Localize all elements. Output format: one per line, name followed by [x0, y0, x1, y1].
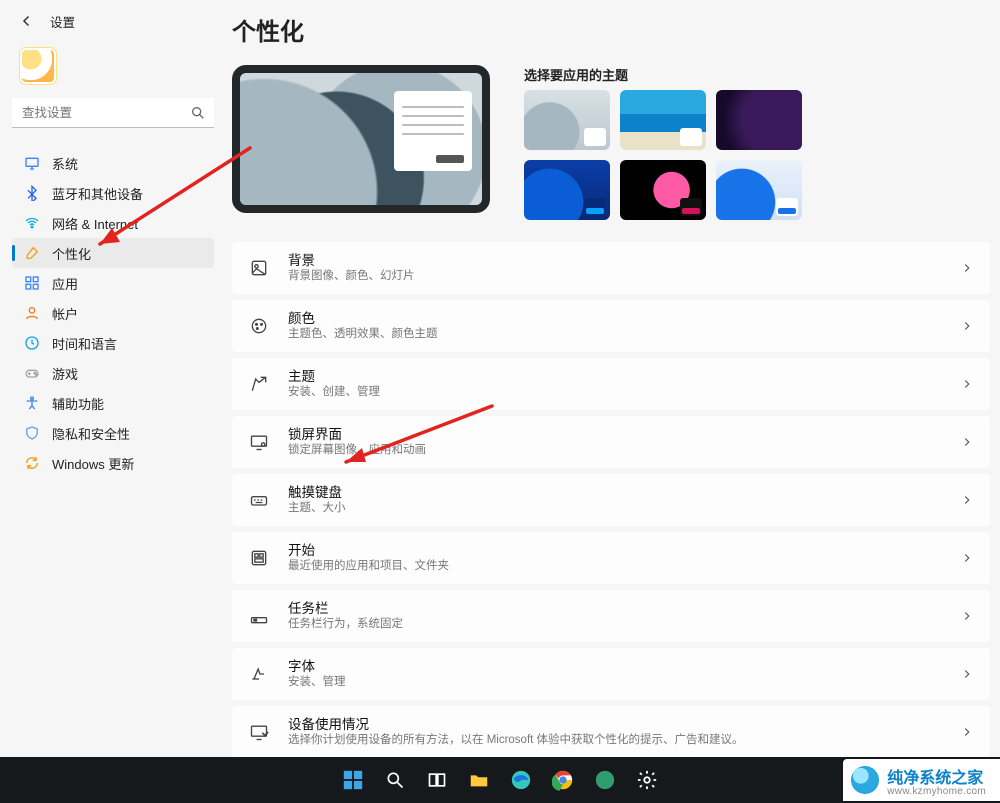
watermark-brand: 纯净系统之家 www.kzmyhome.com: [843, 759, 1000, 801]
sidebar-item-label: 帐户: [52, 304, 78, 323]
sidebar-item-label: 系统: [52, 154, 78, 173]
settings-card-8[interactable]: 设备使用情况 选择你计划使用设备的所有方法，以在 Microsoft 体验中获取…: [232, 706, 990, 758]
page-title: 个性化: [232, 12, 990, 47]
monitor-icon: [24, 155, 40, 171]
sidebar-item-label: 游戏: [52, 364, 78, 383]
chevron-right-icon: [960, 609, 974, 623]
settings-card-6[interactable]: 任务栏 任务栏行为，系统固定: [232, 590, 990, 642]
sidebar-item-label: Windows 更新: [52, 454, 134, 473]
sidebar-item-7[interactable]: 游戏: [12, 358, 214, 388]
card-title: 主题: [288, 368, 960, 386]
card-subtitle: 选择你计划使用设备的所有方法，以在 Microsoft 体验中获取个性化的提示、…: [288, 733, 960, 748]
person-icon: [24, 305, 40, 321]
sidebar-item-label: 时间和语言: [52, 334, 117, 353]
taskview-icon[interactable]: [425, 768, 449, 792]
theme-option[interactable]: [524, 90, 610, 150]
desktop-preview: [232, 65, 490, 213]
wifi-icon: [24, 215, 40, 231]
card-icon: [248, 373, 270, 395]
theme-option[interactable]: [620, 90, 706, 150]
settings-card-1[interactable]: 颜色 主题色、透明效果、颜色主题: [232, 300, 990, 352]
explorer-icon[interactable]: [467, 768, 491, 792]
window-title: 设置: [50, 12, 75, 31]
theme-option[interactable]: [524, 160, 610, 220]
sidebar-item-label: 辅助功能: [52, 394, 104, 413]
card-icon: [248, 605, 270, 627]
card-title: 设备使用情况: [288, 716, 960, 734]
sidebar-item-8[interactable]: 辅助功能: [12, 388, 214, 418]
card-icon: [248, 431, 270, 453]
game-icon: [24, 365, 40, 381]
card-title: 字体: [288, 658, 960, 676]
theme-option[interactable]: [620, 160, 706, 220]
card-subtitle: 主题、大小: [288, 501, 960, 516]
chevron-right-icon: [960, 377, 974, 391]
sidebar-item-4[interactable]: 应用: [12, 268, 214, 298]
settings-icon[interactable]: [635, 768, 659, 792]
chevron-right-icon: [960, 551, 974, 565]
card-title: 任务栏: [288, 600, 960, 618]
sidebar-item-label: 隐私和安全性: [52, 424, 130, 443]
search-icon[interactable]: [383, 768, 407, 792]
chrome-icon[interactable]: [551, 768, 575, 792]
search-input[interactable]: [12, 98, 214, 128]
card-title: 触摸键盘: [288, 484, 960, 502]
card-icon: [248, 663, 270, 685]
brush-icon: [24, 245, 40, 261]
chevron-right-icon: [960, 319, 974, 333]
card-icon: [248, 489, 270, 511]
themes-heading: 选择要应用的主题: [524, 65, 802, 84]
card-title: 背景: [288, 252, 960, 270]
chevron-right-icon: [960, 667, 974, 681]
time-icon: [24, 335, 40, 351]
card-subtitle: 安装、管理: [288, 675, 960, 690]
card-icon: [248, 721, 270, 743]
settings-card-7[interactable]: 字体 安装、管理: [232, 648, 990, 700]
settings-card-0[interactable]: 背景 背景图像、颜色、幻灯片: [232, 242, 990, 294]
apps-icon: [24, 275, 40, 291]
search-icon: [190, 105, 206, 121]
theme-option[interactable]: [716, 90, 802, 150]
theme-option[interactable]: [716, 160, 802, 220]
settings-card-5[interactable]: 开始 最近使用的应用和项目、文件夹: [232, 532, 990, 584]
back-button[interactable]: [18, 12, 36, 30]
user-avatar[interactable]: [20, 48, 56, 84]
sidebar-item-10[interactable]: Windows 更新: [12, 448, 214, 478]
update-icon: [24, 455, 40, 471]
card-subtitle: 最近使用的应用和项目、文件夹: [288, 559, 960, 574]
access-icon: [24, 395, 40, 411]
bluetooth-icon: [24, 185, 40, 201]
start-icon[interactable]: [341, 768, 365, 792]
edge-icon[interactable]: [509, 768, 533, 792]
sidebar-item-5[interactable]: 帐户: [12, 298, 214, 328]
settings-card-4[interactable]: 触摸键盘 主题、大小: [232, 474, 990, 526]
card-title: 开始: [288, 542, 960, 560]
sidebar-item-6[interactable]: 时间和语言: [12, 328, 214, 358]
card-subtitle: 主题色、透明效果、颜色主题: [288, 327, 960, 342]
card-subtitle: 任务栏行为，系统固定: [288, 617, 960, 632]
card-title: 颜色: [288, 310, 960, 328]
app-icon[interactable]: [593, 768, 617, 792]
chevron-right-icon: [960, 493, 974, 507]
card-icon: [248, 315, 270, 337]
shield-icon: [24, 425, 40, 441]
chevron-right-icon: [960, 435, 974, 449]
sidebar-item-label: 应用: [52, 274, 78, 293]
chevron-right-icon: [960, 725, 974, 739]
chevron-right-icon: [960, 261, 974, 275]
card-subtitle: 背景图像、颜色、幻灯片: [288, 269, 960, 284]
sidebar-item-9[interactable]: 隐私和安全性: [12, 418, 214, 448]
card-icon: [248, 547, 270, 569]
